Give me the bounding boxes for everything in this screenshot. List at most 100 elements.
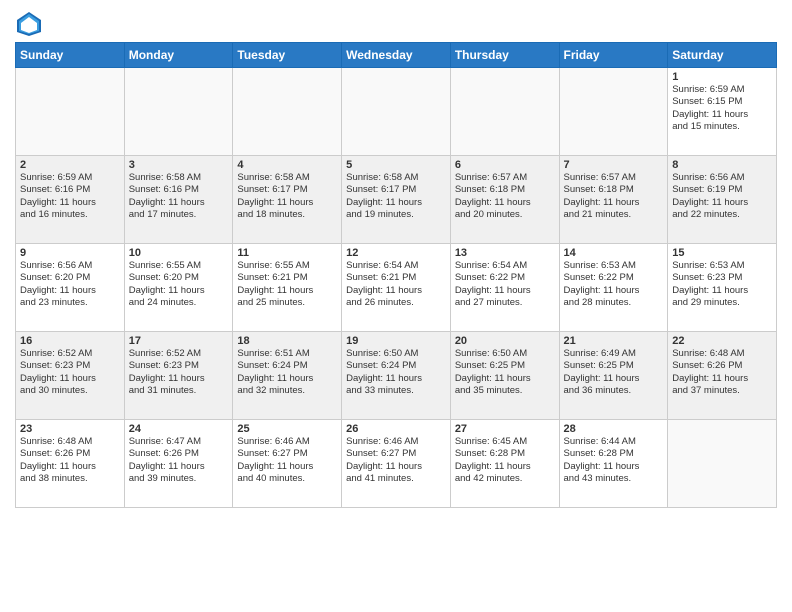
day-number: 26 xyxy=(346,423,446,435)
day-info: Sunset: 6:22 PM xyxy=(564,272,664,284)
day-info: and 19 minutes. xyxy=(346,209,446,221)
day-info: and 29 minutes. xyxy=(672,297,772,309)
day-info: Daylight: 11 hours xyxy=(129,197,229,209)
day-info: Sunrise: 6:45 AM xyxy=(455,436,555,448)
calendar-cell: 17Sunrise: 6:52 AMSunset: 6:23 PMDayligh… xyxy=(124,332,233,420)
calendar-cell: 23Sunrise: 6:48 AMSunset: 6:26 PMDayligh… xyxy=(16,420,125,508)
day-info: Sunset: 6:20 PM xyxy=(129,272,229,284)
day-info: Daylight: 11 hours xyxy=(20,461,120,473)
day-header-monday: Monday xyxy=(124,43,233,68)
day-info: Sunset: 6:26 PM xyxy=(20,448,120,460)
day-info: Sunset: 6:27 PM xyxy=(237,448,337,460)
day-header-wednesday: Wednesday xyxy=(342,43,451,68)
calendar-cell xyxy=(342,68,451,156)
day-info: and 40 minutes. xyxy=(237,473,337,485)
day-header-tuesday: Tuesday xyxy=(233,43,342,68)
day-info: Daylight: 11 hours xyxy=(346,285,446,297)
day-info: Sunrise: 6:57 AM xyxy=(455,172,555,184)
day-info: Sunset: 6:18 PM xyxy=(455,184,555,196)
calendar-cell: 10Sunrise: 6:55 AMSunset: 6:20 PMDayligh… xyxy=(124,244,233,332)
day-info: Sunrise: 6:58 AM xyxy=(237,172,337,184)
day-info: Daylight: 11 hours xyxy=(237,197,337,209)
day-header-saturday: Saturday xyxy=(668,43,777,68)
day-info: Sunset: 6:17 PM xyxy=(237,184,337,196)
day-info: Sunrise: 6:53 AM xyxy=(564,260,664,272)
day-info: Daylight: 11 hours xyxy=(455,285,555,297)
calendar-cell: 1Sunrise: 6:59 AMSunset: 6:15 PMDaylight… xyxy=(668,68,777,156)
day-info: Daylight: 11 hours xyxy=(455,373,555,385)
day-info: Daylight: 11 hours xyxy=(672,285,772,297)
day-info: Sunset: 6:26 PM xyxy=(672,360,772,372)
day-number: 27 xyxy=(455,423,555,435)
day-info: Daylight: 11 hours xyxy=(20,285,120,297)
day-info: Daylight: 11 hours xyxy=(672,109,772,121)
day-info: and 30 minutes. xyxy=(20,385,120,397)
day-info: Sunset: 6:23 PM xyxy=(20,360,120,372)
day-info: Sunrise: 6:58 AM xyxy=(129,172,229,184)
calendar-cell xyxy=(233,68,342,156)
logo xyxy=(15,10,47,38)
day-info: and 42 minutes. xyxy=(455,473,555,485)
calendar-cell: 28Sunrise: 6:44 AMSunset: 6:28 PMDayligh… xyxy=(559,420,668,508)
calendar-cell: 26Sunrise: 6:46 AMSunset: 6:27 PMDayligh… xyxy=(342,420,451,508)
day-info: Sunset: 6:19 PM xyxy=(672,184,772,196)
day-info: Sunset: 6:28 PM xyxy=(455,448,555,460)
day-number: 16 xyxy=(20,335,120,347)
day-info: Sunrise: 6:53 AM xyxy=(672,260,772,272)
calendar-cell: 22Sunrise: 6:48 AMSunset: 6:26 PMDayligh… xyxy=(668,332,777,420)
day-info: and 41 minutes. xyxy=(346,473,446,485)
day-header-friday: Friday xyxy=(559,43,668,68)
calendar-week-2: 9Sunrise: 6:56 AMSunset: 6:20 PMDaylight… xyxy=(16,244,777,332)
day-info: and 37 minutes. xyxy=(672,385,772,397)
day-info: Sunset: 6:24 PM xyxy=(346,360,446,372)
day-info: Sunset: 6:18 PM xyxy=(564,184,664,196)
day-info: and 33 minutes. xyxy=(346,385,446,397)
day-info: Sunrise: 6:50 AM xyxy=(346,348,446,360)
day-number: 28 xyxy=(564,423,664,435)
day-info: Sunrise: 6:50 AM xyxy=(455,348,555,360)
day-info: Sunset: 6:15 PM xyxy=(672,96,772,108)
calendar-week-3: 16Sunrise: 6:52 AMSunset: 6:23 PMDayligh… xyxy=(16,332,777,420)
day-number: 9 xyxy=(20,247,120,259)
calendar-cell: 15Sunrise: 6:53 AMSunset: 6:23 PMDayligh… xyxy=(668,244,777,332)
day-info: Daylight: 11 hours xyxy=(672,197,772,209)
day-info: Sunset: 6:17 PM xyxy=(346,184,446,196)
day-number: 13 xyxy=(455,247,555,259)
day-number: 17 xyxy=(129,335,229,347)
day-number: 24 xyxy=(129,423,229,435)
day-info: Daylight: 11 hours xyxy=(20,373,120,385)
day-info: Sunset: 6:25 PM xyxy=(564,360,664,372)
day-info: and 27 minutes. xyxy=(455,297,555,309)
calendar-cell: 3Sunrise: 6:58 AMSunset: 6:16 PMDaylight… xyxy=(124,156,233,244)
calendar-cell: 11Sunrise: 6:55 AMSunset: 6:21 PMDayligh… xyxy=(233,244,342,332)
day-info: Sunset: 6:21 PM xyxy=(237,272,337,284)
day-info: Sunrise: 6:47 AM xyxy=(129,436,229,448)
day-info: Sunrise: 6:55 AM xyxy=(129,260,229,272)
calendar-cell: 8Sunrise: 6:56 AMSunset: 6:19 PMDaylight… xyxy=(668,156,777,244)
day-info: Daylight: 11 hours xyxy=(564,285,664,297)
calendar-cell: 19Sunrise: 6:50 AMSunset: 6:24 PMDayligh… xyxy=(342,332,451,420)
day-info: Daylight: 11 hours xyxy=(455,197,555,209)
calendar-cell: 25Sunrise: 6:46 AMSunset: 6:27 PMDayligh… xyxy=(233,420,342,508)
calendar-cell: 16Sunrise: 6:52 AMSunset: 6:23 PMDayligh… xyxy=(16,332,125,420)
day-header-sunday: Sunday xyxy=(16,43,125,68)
header xyxy=(15,10,777,38)
day-info: Sunset: 6:23 PM xyxy=(672,272,772,284)
header-row: SundayMondayTuesdayWednesdayThursdayFrid… xyxy=(16,43,777,68)
day-number: 10 xyxy=(129,247,229,259)
calendar-cell: 13Sunrise: 6:54 AMSunset: 6:22 PMDayligh… xyxy=(450,244,559,332)
day-info: Daylight: 11 hours xyxy=(237,461,337,473)
day-info: Daylight: 11 hours xyxy=(237,285,337,297)
day-info: Sunrise: 6:44 AM xyxy=(564,436,664,448)
day-number: 3 xyxy=(129,159,229,171)
day-info: and 26 minutes. xyxy=(346,297,446,309)
day-info: Sunrise: 6:52 AM xyxy=(129,348,229,360)
day-info: Sunset: 6:16 PM xyxy=(20,184,120,196)
calendar-cell: 12Sunrise: 6:54 AMSunset: 6:21 PMDayligh… xyxy=(342,244,451,332)
calendar-cell: 20Sunrise: 6:50 AMSunset: 6:25 PMDayligh… xyxy=(450,332,559,420)
day-info: Daylight: 11 hours xyxy=(346,197,446,209)
day-info: Daylight: 11 hours xyxy=(346,373,446,385)
day-number: 21 xyxy=(564,335,664,347)
day-info: Sunrise: 6:51 AM xyxy=(237,348,337,360)
day-number: 2 xyxy=(20,159,120,171)
